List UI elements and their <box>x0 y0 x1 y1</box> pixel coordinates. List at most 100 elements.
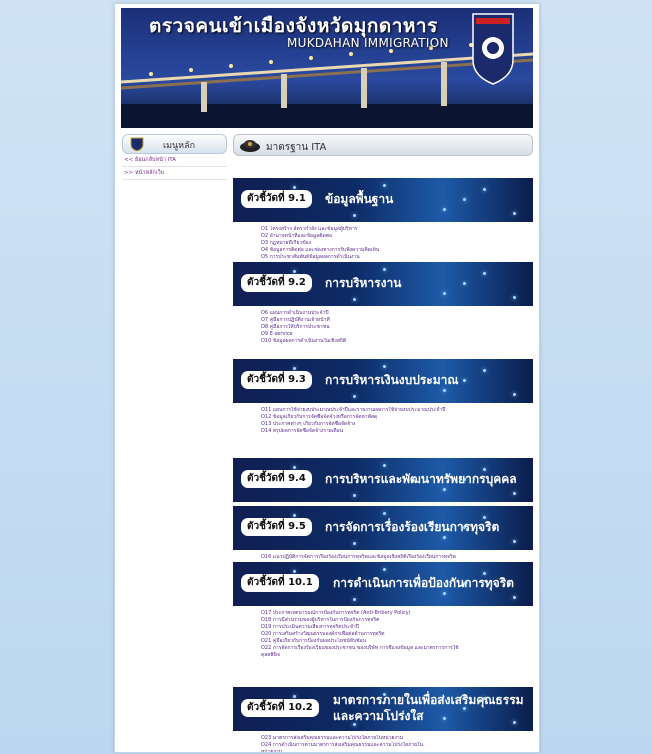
sparkle-decoration <box>463 379 466 382</box>
indicator-link[interactable]: ดุลยพินิจ <box>261 652 533 659</box>
sparkle-decoration <box>513 393 516 396</box>
indicator-badge: ตัวชี้วัดที่ 10.2 <box>241 699 319 717</box>
sparkle-decoration <box>513 492 516 495</box>
sparkle-decoration <box>353 598 356 601</box>
indicator-banner[interactable]: ตัวชี้วัดที่ 9.4 การบริหารและพัฒนาทรัพยาก… <box>233 458 533 502</box>
indicator-section: ตัวชี้วัดที่ 10.2 มาตรการภายในเพื่อส่งเสร… <box>233 687 533 752</box>
indicator-section: ตัวชี้วัดที่ 9.1 ข้อมูลพื้นฐาน O1 โครงสร้า… <box>233 178 533 261</box>
sparkle-decoration <box>353 298 356 301</box>
indicator-link[interactable]: O10 ข้อมูลผลการดำเนินงานในเชิงสถิติ <box>261 338 533 345</box>
indicator-title: มาตรการภายในเพื่อส่งเสริมคุณธรรม และความ… <box>333 693 524 723</box>
indicator-link[interactable]: O19 การประเมินความเสี่ยงการทุจริตประจำปี <box>261 624 533 631</box>
indicator-badge: ตัวชี้วัดที่ 9.3 <box>241 371 312 389</box>
indicator-link[interactable]: หน่วยงาน <box>261 749 533 752</box>
indicator-section: ตัวชี้วัดที่ 10.1 การดำเนินการเพื่อป้องกั… <box>233 562 533 659</box>
indicator-title: การบริหารงาน <box>325 276 402 290</box>
indicator-title: การจัดการเรื่องร้องเรียนการทุจริต <box>325 520 500 534</box>
indicator-links: O6 แผนการดำเนินงานประจำปี O7 คู่มือการปฏิ… <box>233 306 533 345</box>
page-frame: ตรวจคนเข้าเมืองจังหวัดมุกดาหาร MUKDAHAN … <box>114 3 540 753</box>
indicator-link[interactable]: O2 อำนาจหน้าที่และข้อมูลติดต่อ <box>261 233 533 240</box>
sparkle-decoration <box>293 186 296 189</box>
indicator-badge: ตัวชี้วัดที่ 9.4 <box>241 470 312 488</box>
sidebar-item-back-ita[interactable]: << ย้อนกลับหน้า ITA <box>122 154 227 167</box>
sparkle-decoration <box>443 208 446 211</box>
indicator-link[interactable]: O7 คู่มือการปฏิบัติงานเจ้าหน้าที่ <box>261 317 533 324</box>
indicator-link[interactable]: O8 คู่มือการให้บริการประชาชน <box>261 324 533 331</box>
indicator-links: O17 ประกาศเจตนารมณ์การป้องกันการทุจริต (… <box>233 606 533 659</box>
sidebar-title: เมนูหลัก <box>163 141 196 151</box>
indicator-links: O1 โครงสร้าง อัตรากำลัง และข้อมูลผู้บริห… <box>233 222 533 261</box>
indicator-links: O11 แผนการใช้จ่ายงบประมาณประจำปีและรายงา… <box>233 403 533 435</box>
sparkle-decoration <box>383 365 386 368</box>
indicator-link[interactable]: O3 กฎหมายที่เกี่ยวข้อง <box>261 240 533 247</box>
page-title: มาตรฐาน ITA <box>266 142 327 153</box>
indicator-link[interactable]: O24 การดำเนินการตามมาตรการส่งเสริมคุณธรร… <box>261 742 533 749</box>
indicator-section: ตัวชี้วัดที่ 9.3 การบริหารเงินงบประมาณ O11… <box>233 359 533 435</box>
indicator-banner[interactable]: ตัวชี้วัดที่ 9.2 การบริหารงาน <box>233 262 533 306</box>
sparkle-decoration <box>293 570 296 573</box>
indicator-links: O23 มาตรการส่งเสริมคุณธรรมและความโปร่งใส… <box>233 731 533 752</box>
sparkle-decoration <box>383 184 386 187</box>
indicator-banner[interactable]: ตัวชี้วัดที่ 9.1 ข้อมูลพื้นฐาน <box>233 178 533 222</box>
sparkle-decoration <box>383 568 386 571</box>
sparkle-decoration <box>353 214 356 217</box>
indicator-banner[interactable]: ตัวชี้วัดที่ 9.5 การจัดการเรื่องร้องเรียน… <box>233 506 533 550</box>
sparkle-decoration <box>513 540 516 543</box>
indicator-link[interactable]: O12 ข้อมูลเกี่ยวกับการจัดซื้อจัดจ้างหรือ… <box>261 414 533 421</box>
indicator-link[interactable]: O20 การเสริมสร้างวัฒนธรรมองค์กรเพื่อต่อต… <box>261 631 533 638</box>
indicator-badge: ตัวชี้วัดที่ 10.1 <box>241 574 319 592</box>
indicator-link[interactable]: O18 การมีส่วนร่วมของผู้บริหารในการป้องกั… <box>261 617 533 624</box>
sparkle-decoration <box>483 369 486 372</box>
police-badge-icon <box>130 137 144 151</box>
indicator-section: ตัวชี้วัดที่ 9.2 การบริหารงาน O6 แผนการดำเ… <box>233 262 533 345</box>
indicator-link[interactable]: O11 แผนการใช้จ่ายงบประมาณประจำปีและรายงา… <box>261 407 533 414</box>
indicator-badge: ตัวชี้วัดที่ 9.5 <box>241 518 312 536</box>
indicator-link[interactable]: O5 การประชาสัมพันธ์ข้อมูลผลการดำเนินงาน <box>261 254 533 261</box>
indicator-link[interactable]: O16 แนวปฏิบัติการจัดการเรื่องร้องเรียนกา… <box>261 554 533 561</box>
header-banner: ตรวจคนเข้าเมืองจังหวัดมุกดาหาร MUKDAHAN … <box>121 8 533 128</box>
sparkle-decoration <box>513 596 516 599</box>
indicator-link[interactable]: O4 ข้อมูลการติดต่อ และช่องทางการรับฟังคว… <box>261 247 533 254</box>
indicator-link[interactable]: O17 ประกาศเจตนารมณ์การป้องกันการทุจริต (… <box>261 610 533 617</box>
indicator-badge: ตัวชี้วัดที่ 9.2 <box>241 274 312 292</box>
sidebar-header: เมนูหลัก <box>122 134 227 154</box>
indicator-title: การบริหารเงินงบประมาณ <box>325 373 459 387</box>
sparkle-decoration <box>483 188 486 191</box>
sparkle-decoration <box>383 512 386 515</box>
sparkle-decoration <box>513 212 516 215</box>
sparkle-decoration <box>463 282 466 285</box>
sparkle-decoration <box>353 494 356 497</box>
sidebar-item-home[interactable]: >> หน้าหลักเว็บ <box>122 167 227 180</box>
sparkle-decoration <box>483 272 486 275</box>
sparkle-decoration <box>353 542 356 545</box>
indicator-section: ตัวชี้วัดที่ 9.5 การจัดการเรื่องร้องเรียน… <box>233 506 533 561</box>
indicator-badge: ตัวชี้วัดที่ 9.1 <box>241 190 312 208</box>
sparkle-decoration <box>383 464 386 467</box>
indicator-link[interactable]: O1 โครงสร้าง อัตรากำลัง และข้อมูลผู้บริห… <box>261 226 533 233</box>
indicator-title: การบริหารและพัฒนาทรัพยากรบุคคล <box>325 472 517 486</box>
police-emblem-icon <box>472 13 514 85</box>
indicator-link[interactable]: O21 คู่มือเกี่ยวกับการป้องกันผลประโยชน์ท… <box>261 638 533 645</box>
indicator-link[interactable]: O9 E-service <box>261 331 533 338</box>
sparkle-decoration <box>293 367 296 370</box>
indicator-link[interactable]: O22 การจัดการเรื่องร้องเรียนของประชาชน ข… <box>261 645 533 652</box>
police-cap-icon <box>240 140 260 152</box>
indicator-link[interactable]: O14 สรุปผลการจัดซื้อจัดจ้างรายเดือน <box>261 428 533 435</box>
sparkle-decoration <box>353 395 356 398</box>
indicator-link[interactable]: O13 ประกาศต่างๆ เกี่ยวกับการจัดซื้อจัดจ้… <box>261 421 533 428</box>
sparkle-decoration <box>293 514 296 517</box>
sparkle-decoration <box>443 292 446 295</box>
indicator-section: ตัวชี้วัดที่ 9.4 การบริหารและพัฒนาทรัพยาก… <box>233 458 533 513</box>
sidebar: เมนูหลัก << ย้อนกลับหน้า ITA >> หน้าหลัก… <box>122 134 227 180</box>
indicator-banner[interactable]: ตัวชี้วัดที่ 9.3 การบริหารเงินงบประมาณ <box>233 359 533 403</box>
sparkle-decoration <box>513 296 516 299</box>
indicator-banner[interactable]: ตัวชี้วัดที่ 10.1 การดำเนินการเพื่อป้องกั… <box>233 562 533 606</box>
site-title-english: MUKDAHAN IMMIGRATION <box>287 36 449 50</box>
indicator-banner[interactable]: ตัวชี้วัดที่ 10.2 มาตรการภายในเพื่อส่งเสร… <box>233 687 533 731</box>
sparkle-decoration <box>463 198 466 201</box>
ita-header: มาตรฐาน ITA <box>233 134 533 156</box>
indicator-link[interactable]: O23 มาตรการส่งเสริมคุณธรรมและความโปร่งใส… <box>261 735 533 742</box>
indicator-link[interactable]: O6 แผนการดำเนินงานประจำปี <box>261 310 533 317</box>
indicator-links: O16 แนวปฏิบัติการจัดการเรื่องร้องเรียนกา… <box>233 550 533 561</box>
sparkle-decoration <box>383 268 386 271</box>
